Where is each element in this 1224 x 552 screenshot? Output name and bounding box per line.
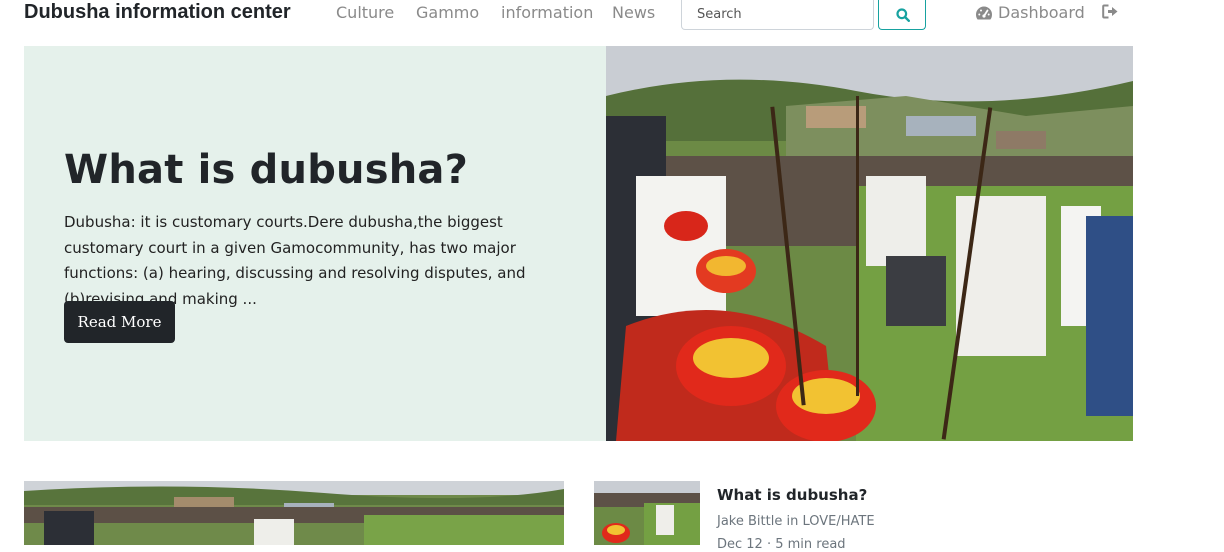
search-icon: [896, 8, 910, 22]
hero-title: What is dubusha?: [64, 147, 468, 193]
tachometer-icon: [976, 6, 992, 19]
site-brand[interactable]: Dubusha information center: [24, 1, 291, 24]
search-button[interactable]: [878, 0, 926, 30]
search-input[interactable]: [681, 0, 874, 30]
side-post-title[interactable]: What is dubusha?: [717, 486, 867, 504]
top-navbar: Dubusha information center Culture Gammo…: [0, 0, 1224, 30]
hero-excerpt: Dubusha: it is customary courts.Dere dub…: [64, 213, 526, 308]
dashboard-link[interactable]: Dashboard: [975, 3, 1085, 22]
hero-photo-ceremony: [606, 46, 1133, 441]
dashboard-label: Dashboard: [998, 3, 1085, 22]
nav-link-gammo[interactable]: Gammo: [416, 3, 479, 22]
nav-link-information[interactable]: information: [501, 3, 593, 22]
nav-link-culture[interactable]: Culture: [336, 3, 394, 22]
read-more-button[interactable]: Read More: [64, 301, 175, 343]
side-post-thumbnail[interactable]: [594, 481, 700, 545]
nav-link-news[interactable]: News: [612, 3, 655, 22]
post-card-photo[interactable]: [24, 481, 564, 545]
hero-featured-post: What is dubusha? Dubusha: it is customar…: [24, 46, 1133, 441]
side-post-author: Jake Bittle in LOVE/HATE: [717, 514, 875, 529]
sign-out-icon[interactable]: [1102, 4, 1119, 19]
